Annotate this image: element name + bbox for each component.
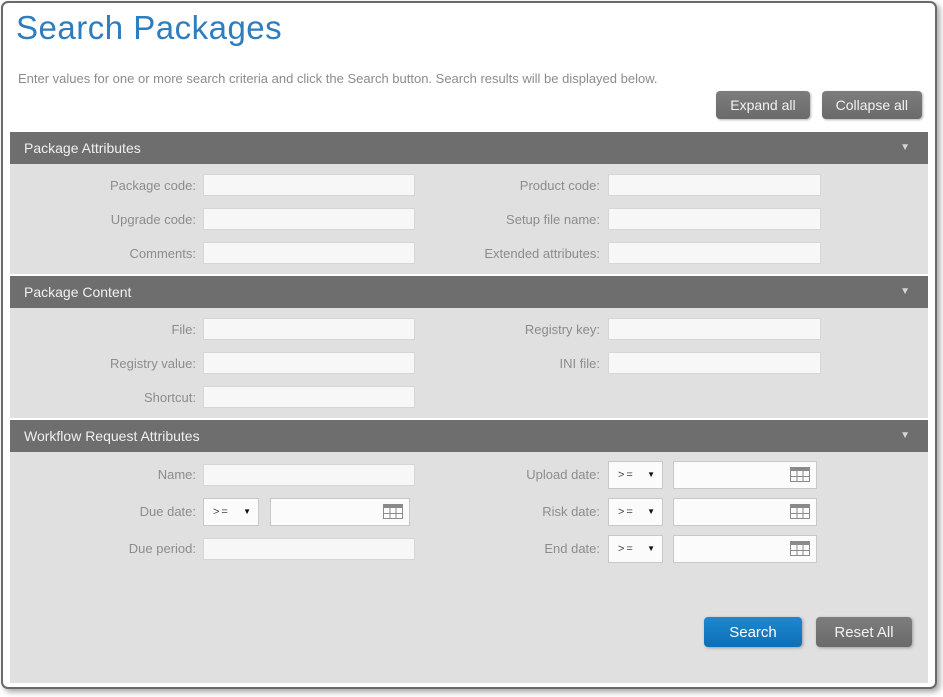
registry-key-input[interactable] <box>608 318 821 340</box>
upload-date-operator-select[interactable]: >= ▼ <box>608 461 663 489</box>
form-row: Extended attributes: <box>468 236 928 270</box>
collapse-all-button[interactable]: Collapse all <box>822 91 922 119</box>
action-buttons-row: Search Reset All <box>10 617 928 679</box>
form-row: Package code: <box>10 168 468 202</box>
calendar-icon[interactable] <box>790 467 810 482</box>
form-row: Comments: <box>10 236 468 270</box>
end-date-field <box>673 535 817 563</box>
chevron-down-icon: ▼ <box>647 544 655 553</box>
sections-container: Package Attributes ▼ Package code: Upgra… <box>10 132 928 683</box>
field-label: Upload date: <box>468 467 608 482</box>
section-body-workflow-request-attributes: Name: Due date: >= ▼ <box>10 452 928 683</box>
form-row: Due period: <box>10 530 468 567</box>
form-row: Upload date: >= ▼ <box>468 456 928 493</box>
upgrade-code-input[interactable] <box>203 208 415 230</box>
due-date-field <box>270 498 410 526</box>
field-label: Setup file name: <box>468 212 608 227</box>
form-row: Upgrade code: <box>10 202 468 236</box>
upload-date-field <box>673 461 817 489</box>
form-row: Due date: >= ▼ <box>10 493 468 530</box>
calendar-icon[interactable] <box>790 504 810 519</box>
operator-value: >= <box>618 506 635 518</box>
section-body-package-attributes: Package code: Upgrade code: Comments: Pr… <box>10 164 928 274</box>
comments-input[interactable] <box>203 242 415 264</box>
section-title: Workflow Request Attributes <box>24 420 200 452</box>
form-row: Setup file name: <box>468 202 928 236</box>
section-package-attributes: Package Attributes ▼ Package code: Upgra… <box>10 132 928 274</box>
chevron-down-icon: ▼ <box>243 507 251 516</box>
chevron-down-icon: ▼ <box>647 507 655 516</box>
risk-date-field <box>673 498 817 526</box>
field-label: Shortcut: <box>10 390 203 405</box>
section-body-package-content: File: Registry value: Shortcut: Registry <box>10 308 928 418</box>
file-input[interactable] <box>203 318 415 340</box>
calendar-icon[interactable] <box>790 541 810 556</box>
chevron-down-icon: ▼ <box>900 420 910 452</box>
form-row: Shortcut: <box>10 380 468 414</box>
chevron-down-icon: ▼ <box>647 470 655 479</box>
extended-attributes-input[interactable] <box>608 242 821 264</box>
field-label: End date: <box>468 541 608 556</box>
field-label: Registry value: <box>10 356 203 371</box>
field-label: Due date: <box>10 504 203 519</box>
field-label: Package code: <box>10 178 203 193</box>
field-label: File: <box>10 322 203 337</box>
section-workflow-request-attributes: Workflow Request Attributes ▼ Name: Due … <box>10 420 928 683</box>
field-label: Product code: <box>468 178 608 193</box>
operator-value: >= <box>213 506 230 518</box>
field-label: Due period: <box>10 541 203 556</box>
field-label: Extended attributes: <box>468 246 608 261</box>
expand-collapse-toolbar: Expand all Collapse all <box>3 91 922 119</box>
form-row: INI file: <box>468 346 928 380</box>
chevron-down-icon: ▼ <box>900 132 910 164</box>
field-label: Upgrade code: <box>10 212 203 227</box>
risk-date-input[interactable] <box>674 499 790 525</box>
section-package-content: Package Content ▼ File: Registry value: … <box>10 276 928 418</box>
field-label: Registry key: <box>468 322 608 337</box>
section-title: Package Attributes <box>24 132 141 164</box>
form-row: Registry key: <box>468 312 928 346</box>
search-packages-window: Search Packages Enter values for one or … <box>1 1 937 689</box>
package-code-input[interactable] <box>203 174 415 196</box>
end-date-operator-select[interactable]: >= ▼ <box>608 535 663 563</box>
form-row: Product code: <box>468 168 928 202</box>
instruction-text: Enter values for one or more search crit… <box>18 71 921 86</box>
name-input[interactable] <box>203 464 415 486</box>
form-row: Registry value: <box>10 346 468 380</box>
end-date-input[interactable] <box>674 536 790 562</box>
ini-file-input[interactable] <box>608 352 821 374</box>
form-row: Name: <box>10 456 468 493</box>
form-row: File: <box>10 312 468 346</box>
section-title: Package Content <box>24 276 131 308</box>
form-row: Risk date: >= ▼ <box>468 493 928 530</box>
product-code-input[interactable] <box>608 174 821 196</box>
risk-date-operator-select[interactable]: >= ▼ <box>608 498 663 526</box>
form-row: End date: >= ▼ <box>468 530 928 567</box>
expand-all-button[interactable]: Expand all <box>716 91 809 119</box>
due-period-input[interactable] <box>203 538 415 560</box>
registry-value-input[interactable] <box>203 352 415 374</box>
field-label: Comments: <box>10 246 203 261</box>
search-button[interactable]: Search <box>704 617 802 647</box>
section-header-workflow-request-attributes[interactable]: Workflow Request Attributes ▼ <box>10 420 928 452</box>
section-header-package-content[interactable]: Package Content ▼ <box>10 276 928 308</box>
field-label: Risk date: <box>468 504 608 519</box>
section-header-package-attributes[interactable]: Package Attributes ▼ <box>10 132 928 164</box>
page-title: Search Packages <box>16 9 935 47</box>
calendar-icon[interactable] <box>383 504 403 519</box>
shortcut-input[interactable] <box>203 386 415 408</box>
upload-date-input[interactable] <box>674 462 790 488</box>
reset-all-button[interactable]: Reset All <box>816 617 912 647</box>
operator-value: >= <box>618 469 635 481</box>
due-date-operator-select[interactable]: >= ▼ <box>203 498 259 526</box>
chevron-down-icon: ▼ <box>900 276 910 308</box>
due-date-input[interactable] <box>271 499 383 525</box>
field-label: INI file: <box>468 356 608 371</box>
operator-value: >= <box>618 543 635 555</box>
setup-file-name-input[interactable] <box>608 208 821 230</box>
field-label: Name: <box>10 467 203 482</box>
